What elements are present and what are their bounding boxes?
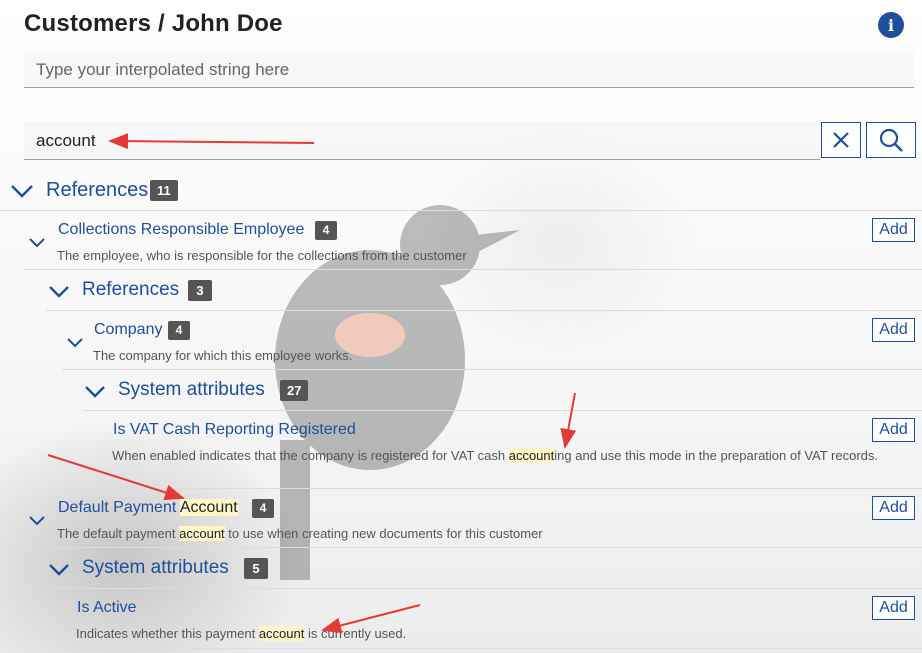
list-item-default-payment-account: Default Payment Account 4 The default pa… <box>24 489 922 548</box>
chevron-down-icon[interactable] <box>48 563 70 576</box>
count-badge: 4 <box>252 499 274 518</box>
search-highlight: account <box>179 526 225 541</box>
interpolated-string-input[interactable] <box>24 52 914 88</box>
list-item-is-active: Is Active Indicates whether this payment… <box>64 589 922 649</box>
references-subgroup[interactable]: References 3 <box>46 270 922 311</box>
count-badge: 5 <box>244 558 268 579</box>
list-item-vat-cash: Is VAT Cash Reporting Registered When en… <box>100 411 922 489</box>
chevron-down-icon[interactable] <box>48 285 70 298</box>
search-button[interactable] <box>866 122 916 158</box>
group-label: System attributes <box>82 557 229 578</box>
field-label[interactable]: Is VAT Cash Reporting Registered <box>113 421 356 439</box>
chevron-down-icon[interactable] <box>28 237 46 248</box>
search-highlight: account <box>508 448 555 463</box>
desc-text: ing and use this mode in the preparation… <box>554 448 879 463</box>
chevron-down-icon[interactable] <box>66 337 84 348</box>
chevron-down-icon[interactable] <box>84 385 106 398</box>
field-label[interactable]: Default Payment Account <box>58 499 238 517</box>
field-description: The default payment account to use when … <box>57 526 543 542</box>
count-badge: 4 <box>168 321 190 340</box>
field-label[interactable]: Collections Responsible Employee <box>58 221 304 239</box>
group-label: System attributes <box>118 379 265 400</box>
desc-text: The default payment <box>57 526 180 541</box>
chevron-down-icon[interactable] <box>28 515 46 526</box>
count-badge: 4 <box>315 221 337 240</box>
desc-text: When enabled indicates that the company … <box>112 448 509 463</box>
group-label: References <box>46 179 149 201</box>
field-description: Indicates whether this payment account i… <box>76 626 406 642</box>
desc-text: to use when creating new documents for t… <box>224 526 543 541</box>
field-description: When enabled indicates that the company … <box>112 448 902 464</box>
add-button[interactable]: Add <box>872 596 915 620</box>
desc-text: Indicates whether this payment <box>76 626 259 641</box>
count-badge: 11 <box>150 180 178 201</box>
field-label[interactable]: Is Active <box>77 599 137 617</box>
search-highlight: Account <box>179 499 238 516</box>
add-button[interactable]: Add <box>872 318 915 342</box>
field-description: The employee, who is responsible for the… <box>57 248 467 263</box>
group-label: References <box>82 279 180 300</box>
search-highlight: account <box>258 626 305 641</box>
desc-text: is currently used. <box>304 626 407 641</box>
info-icon[interactable]: i <box>878 12 904 38</box>
list-item-company: Company 4 The company for which this emp… <box>62 311 922 370</box>
references-group[interactable]: References 11 <box>0 170 922 211</box>
close-icon <box>833 132 849 148</box>
count-badge: 3 <box>188 280 212 301</box>
clear-search-button[interactable] <box>821 122 861 158</box>
system-attributes-subgroup[interactable]: System attributes 5 <box>46 548 922 589</box>
count-badge: 27 <box>280 380 309 401</box>
page-title: Customers / John Doe <box>24 10 283 37</box>
field-description: The company for which this employee work… <box>93 348 353 363</box>
system-attributes-group[interactable]: System attributes 27 <box>82 370 922 411</box>
add-button[interactable]: Add <box>872 218 915 242</box>
label-text: Default Payment <box>58 499 180 516</box>
chevron-down-icon[interactable] <box>10 184 34 198</box>
field-label[interactable]: Company <box>94 321 162 339</box>
list-item-collections-employee: Collections Responsible Employee 4 The e… <box>24 211 922 270</box>
search-input[interactable] <box>24 122 820 160</box>
add-button[interactable]: Add <box>872 418 915 442</box>
add-button[interactable]: Add <box>872 496 915 520</box>
search-icon <box>879 128 903 152</box>
